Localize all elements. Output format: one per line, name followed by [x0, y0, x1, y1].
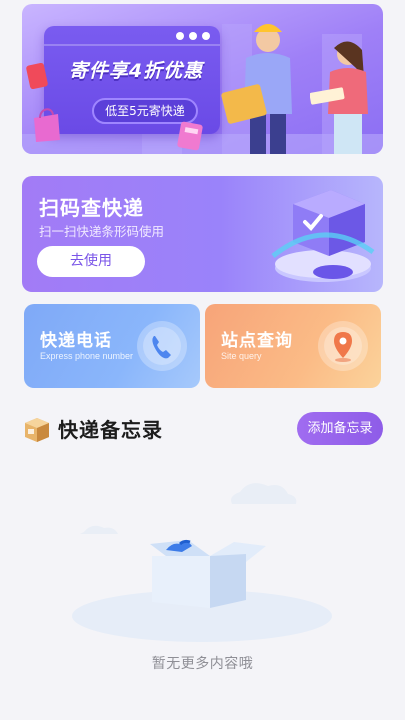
red-envelope-icon: [26, 62, 48, 90]
calculator-icon: [177, 121, 203, 151]
express-phone-subtitle: Express phone number: [40, 351, 134, 361]
courier-illustration: [221, 24, 292, 154]
scan-title: 扫码查快递: [39, 196, 144, 220]
express-phone-title: 快递电话: [40, 331, 112, 351]
scan-go-button[interactable]: 去使用: [37, 246, 145, 277]
receiver-illustration: [310, 41, 368, 154]
add-memo-button[interactable]: 添加备忘录: [297, 412, 383, 445]
memo-title: 快递备忘录: [58, 417, 163, 442]
empty-box-illustration: [72, 483, 332, 642]
site-query-card[interactable]: 站点查询 Site query: [205, 304, 381, 388]
express-phone-card[interactable]: 快递电话 Express phone number: [24, 304, 200, 388]
memo-header: 快递备忘录: [22, 410, 163, 446]
site-query-subtitle: Site query: [221, 351, 262, 361]
location-pin-icon: [318, 321, 368, 371]
package-box-icon: [25, 418, 49, 442]
package-scan-illustration: [271, 190, 375, 282]
site-query-title: 站点查询: [221, 331, 293, 351]
scan-subtitle: 扫一扫快递条形码使用: [39, 224, 165, 239]
phone-icon: [137, 321, 187, 371]
shopping-bag-icon: [34, 108, 60, 142]
promo-banner[interactable]: 寄件享4折优惠 低至5元寄快递: [22, 4, 383, 154]
empty-state-text: 暂无更多内容哦: [151, 656, 254, 672]
promo-title: 寄件享4折优惠: [68, 60, 204, 82]
scan-express-card[interactable]: 扫码查快递 扫一扫快递条形码使用 去使用: [22, 176, 383, 292]
